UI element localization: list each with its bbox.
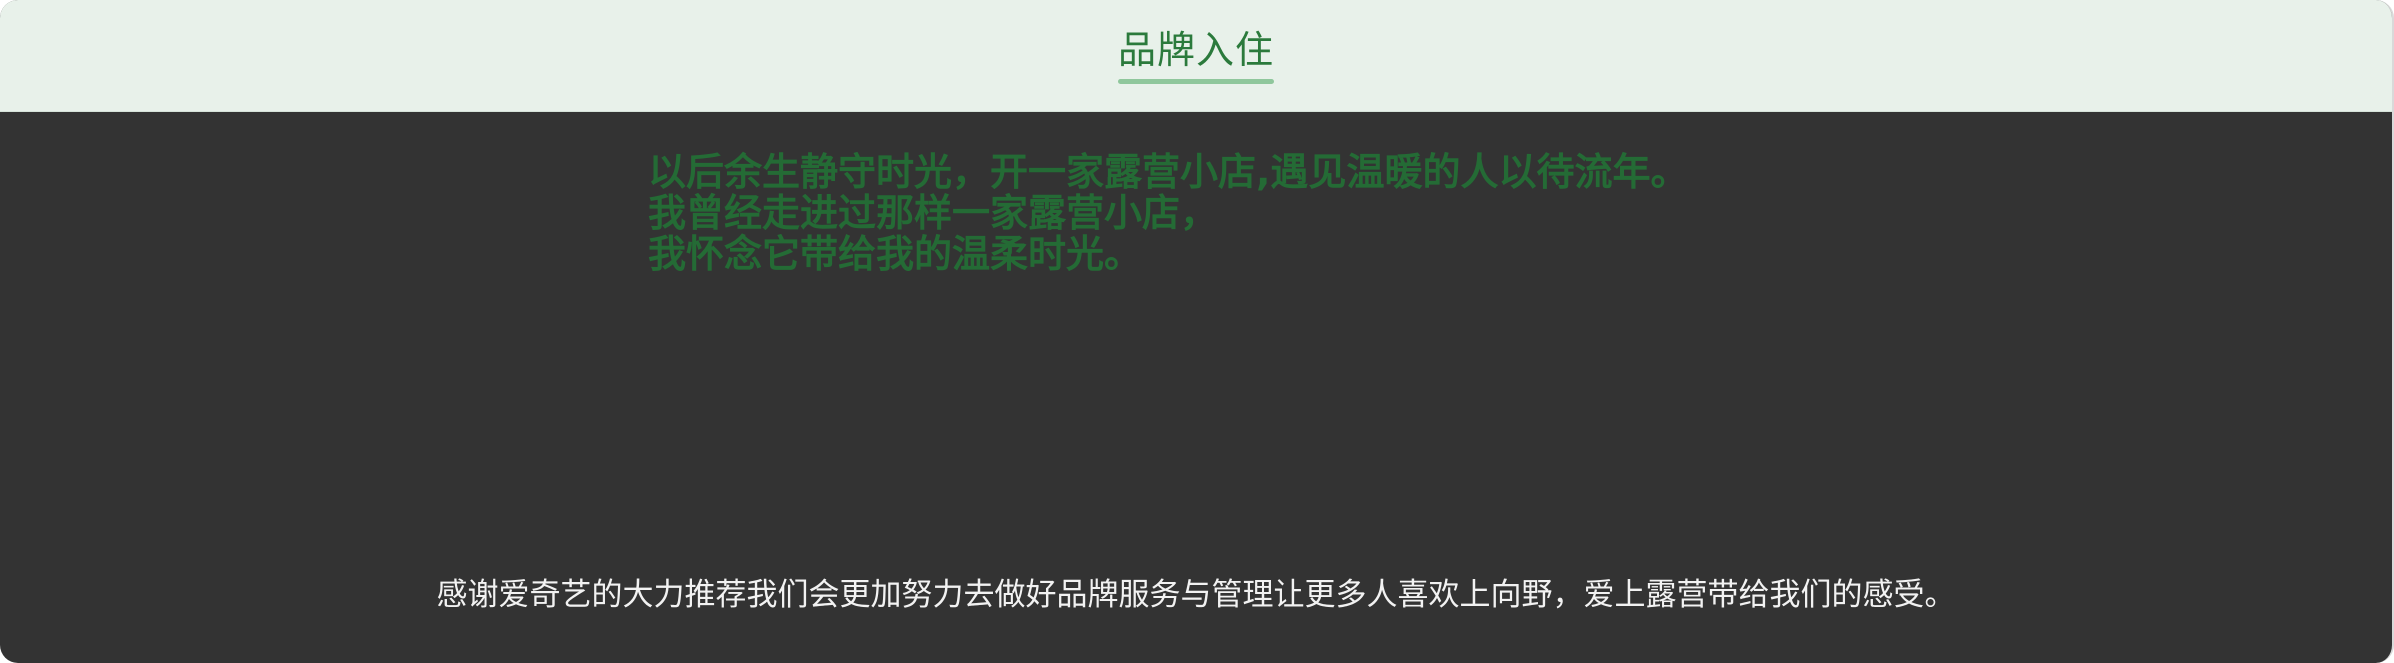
- brand-card: 品牌入住 以后余生静守时光，开一家露营小店,遇见温暖的人以待流年。 我曾经走进过…: [0, 0, 2394, 663]
- tab-active-indicator: [1117, 79, 1274, 84]
- tab-brand-entry-label: 品牌入住: [1117, 28, 1275, 72]
- thanks-message: 感谢爱奇艺的大力推荐我们会更加努力去做好品牌服务与管理让更多人喜欢上向野，爱上露…: [436, 577, 1956, 613]
- header-bar: 品牌入住: [0, 0, 2392, 112]
- story-text-block: 以后余生静守时光，开一家露营小店,遇见温暖的人以待流年。 我曾经走进过那样一家露…: [648, 152, 1688, 275]
- story-line: 以后余生静守时光，开一家露营小店,遇见温暖的人以待流年。: [648, 150, 1689, 194]
- tab-brand-entry[interactable]: 品牌入住: [1117, 0, 1275, 111]
- story-line: 我曾经走进过那样一家露营小店，: [648, 191, 1219, 235]
- story-line: 我怀念它带给我的温柔时光。: [648, 232, 1143, 276]
